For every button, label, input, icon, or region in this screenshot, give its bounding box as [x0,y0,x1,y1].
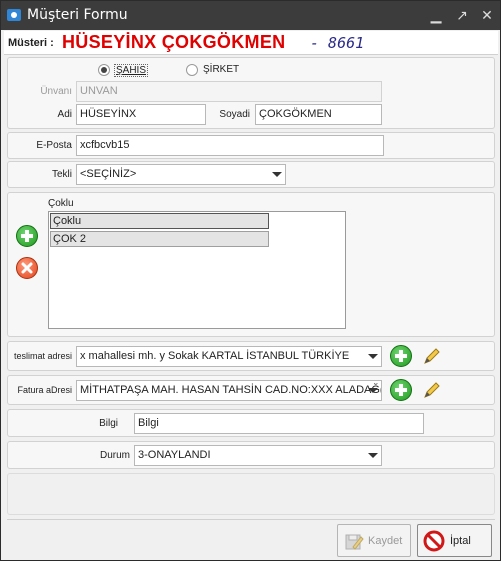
app-icon [7,9,21,21]
chevron-down-icon [368,354,378,359]
customer-code: - 8661 [310,34,365,52]
customer-name: HÜSEYİNX ÇOKGÖKMEN [62,32,286,52]
durum-panel: Durum 3-ONAYLANDI [7,441,495,469]
radio-company[interactable] [186,64,198,76]
email-panel: E-Posta xcfbcvb15 [7,132,495,159]
cancel-button[interactable]: İptal [417,524,492,557]
plus-icon [395,384,407,396]
customer-header: Müsteri : HÜSEYİNX ÇOKGÖKMEN - 8661 [4,31,498,55]
email-field[interactable]: xcfbcvb15 [76,135,384,156]
chevron-down-icon [368,453,378,458]
edit-teslimat-pencil-icon[interactable] [422,346,442,366]
chevron-down-icon [272,172,282,177]
coklu-listbox[interactable]: Çoklu ÇOK 2 [48,211,346,329]
identity-panel: ŞAHIS ŞİRKET Ünvanı UNVAN Adi HÜSEYİNX S… [7,57,495,129]
plus-icon [21,230,33,242]
title-bar: Müşteri Formu ▁ ↗ ✕ [1,1,500,30]
cancel-icon [423,530,445,552]
teslimat-panel: teslimat adresi x mahallesi mh. y Sokak … [7,341,495,371]
radio-person[interactable] [98,64,110,76]
window-title: Müşteri Formu [27,7,128,23]
empty-panel [7,473,495,515]
unvan-field: UNVAN [76,81,382,102]
bilgi-label: Bilgi [99,418,118,429]
soyadi-field[interactable]: ÇOKGÖKMEN [255,104,382,125]
fatura-select[interactable]: MİTHATPAŞA MAH. HASAN TAHSİN CAD.NO:XXX … [76,380,382,401]
tekli-panel: Tekli <SEÇİNİZ> [7,161,495,188]
radio-person-label[interactable]: ŞAHIS [114,64,149,77]
coklu-label: Çoklu [48,198,74,209]
teslimat-value: x mahallesi mh. y Sokak KARTAL İSTANBUL … [80,350,350,362]
close-icon[interactable]: ✕ [476,5,498,25]
maximize-icon[interactable]: ↗ [451,5,473,25]
coklu-panel: Çoklu Çoklu ÇOK 2 [7,192,495,337]
remove-coklu-button[interactable] [16,257,38,279]
footer-bar: Kaydet İptal [7,519,495,559]
add-coklu-button[interactable] [16,225,38,247]
edit-fatura-pencil-icon[interactable] [422,380,442,400]
save-button[interactable]: Kaydet [337,524,411,557]
fatura-panel: Fatura aDresi MİTHATPAŞA MAH. HASAN TAHS… [7,375,495,405]
list-item[interactable]: Çoklu [50,213,269,229]
fatura-label: Fatura aDresi [17,385,72,395]
chevron-down-icon [368,388,378,393]
email-label: E-Posta [36,140,72,151]
plus-icon [395,350,407,362]
soyadi-label: Soyadi [219,109,250,120]
durum-label: Durum [99,450,130,461]
add-teslimat-button[interactable] [390,345,412,367]
durum-value: 3-ONAYLANDI [138,449,211,461]
customer-label: Müsteri : [8,37,54,49]
tekli-select[interactable]: <SEÇİNİZ> [76,164,286,185]
bilgi-field[interactable]: Bilgi [134,413,424,434]
tekli-label: Tekli [51,169,72,180]
tekli-value: <SEÇİNİZ> [80,168,137,180]
unvan-label: Ünvanı [40,86,72,97]
adi-label: Adi [57,109,72,120]
adi-field[interactable]: HÜSEYİNX [76,104,206,125]
bilgi-panel: Bilgi Bilgi [7,409,495,437]
cross-icon [21,262,33,274]
customer-form-window: Müşteri Formu ▁ ↗ ✕ Müsteri : HÜSEYİNX Ç… [0,0,501,561]
teslimat-select[interactable]: x mahallesi mh. y Sokak KARTAL İSTANBUL … [76,346,382,367]
save-icon [345,534,364,550]
cancel-button-label: İptal [450,535,471,547]
durum-select[interactable]: 3-ONAYLANDI [134,445,382,466]
list-item[interactable]: ÇOK 2 [50,231,269,247]
save-button-label: Kaydet [368,535,403,547]
teslimat-label: teslimat adresi [13,351,72,361]
fatura-value: MİTHATPAŞA MAH. HASAN TAHSİN CAD.NO:XXX … [80,384,382,396]
minimize-icon[interactable]: ▁ [425,5,447,25]
add-fatura-button[interactable] [390,379,412,401]
radio-company-label[interactable]: ŞİRKET [203,64,239,75]
